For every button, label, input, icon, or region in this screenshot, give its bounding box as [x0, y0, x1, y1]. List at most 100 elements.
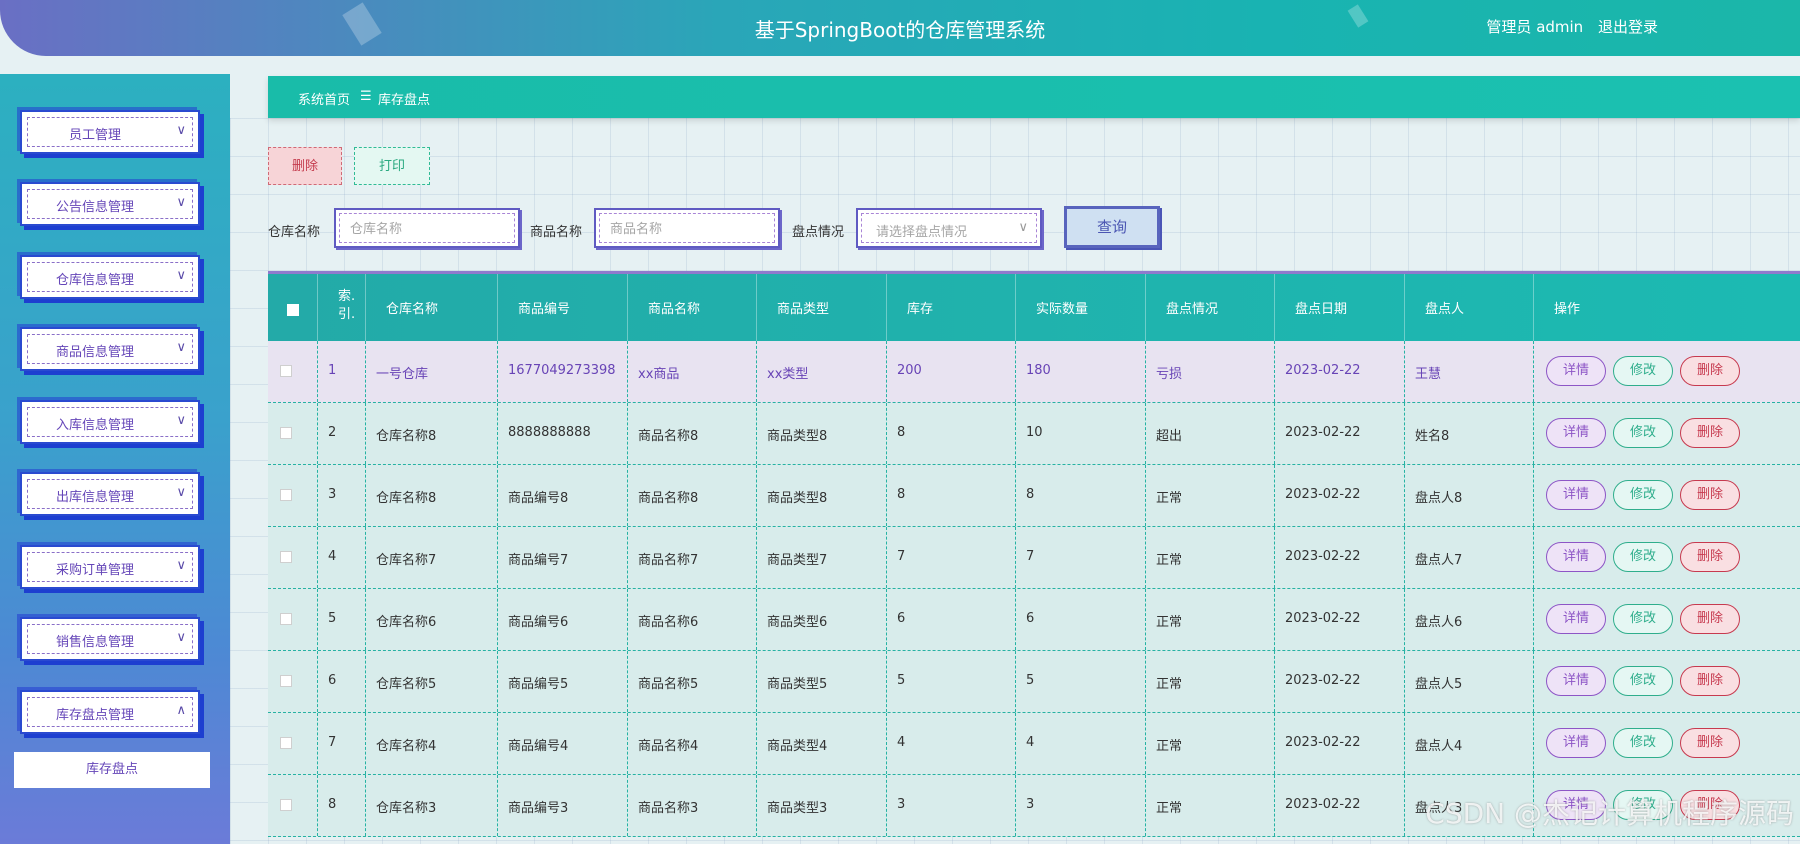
header-actions: 操作 — [1554, 302, 1581, 317]
sidebar-item-purchase[interactable]: 采购订单管理 ∨ — [20, 545, 200, 589]
cell-date: 2023-02-22 — [1275, 651, 1405, 712]
row-delete-button[interactable]: 删除 — [1680, 356, 1740, 386]
cell-type: 商品类型3 — [757, 775, 887, 836]
row-select-cell — [268, 403, 318, 464]
edit-button[interactable]: 修改 — [1613, 666, 1673, 696]
cell-status: 正常 — [1146, 527, 1275, 588]
select-all-checkbox[interactable] — [287, 304, 299, 316]
row-checkbox[interactable] — [280, 613, 292, 625]
print-button[interactable]: 打印 — [354, 147, 430, 185]
header-warehouse: 仓库名称 — [366, 274, 498, 341]
header-status: 盘点情况 — [1146, 274, 1275, 341]
warehouse-input-field[interactable] — [348, 218, 502, 240]
cell-text: 6 — [1026, 611, 1035, 626]
row-delete-button[interactable]: 删除 — [1680, 728, 1740, 758]
row-checkbox[interactable] — [280, 737, 292, 749]
warehouse-input[interactable] — [334, 208, 520, 248]
cell-actions: 详情 修改 删除 — [1534, 589, 1800, 650]
cell-warehouse: 仓库名称6 — [366, 589, 498, 650]
cell-text: 仓库名称7 — [376, 553, 437, 568]
row-checkbox[interactable] — [280, 675, 292, 687]
cell-code: 1677049273398 — [498, 341, 628, 402]
detail-button[interactable]: 详情 — [1546, 418, 1606, 448]
cell-text: 3 — [328, 487, 337, 502]
sidebar-item-sales[interactable]: 销售信息管理 ∨ — [20, 617, 200, 661]
row-checkbox[interactable] — [280, 799, 292, 811]
row-delete-button[interactable]: 删除 — [1680, 418, 1740, 448]
detail-button[interactable]: 详情 — [1546, 604, 1606, 634]
chevron-down-icon: ∨ — [176, 340, 186, 355]
sidebar-item-notice[interactable]: 公告信息管理 ∨ — [20, 182, 200, 226]
sidebar-item-label: 销售信息管理 — [55, 635, 134, 650]
cell-text: 3 — [1026, 797, 1035, 812]
detail-button[interactable]: 详情 — [1546, 356, 1606, 386]
delete-button[interactable]: 删除 — [268, 147, 342, 185]
breadcrumb-home[interactable]: 系统首页 — [298, 89, 350, 108]
cell-warehouse: 仓库名称7 — [366, 527, 498, 588]
chevron-up-icon: ∧ — [176, 703, 186, 718]
submenu-item-inventory-check[interactable]: 库存盘点 — [14, 752, 210, 788]
table-row: 7 仓库名称4 商品编号4 商品名称4 商品类型4 4 4 正常 2023-02-22 盘点人4 详… — [268, 713, 1800, 775]
edit-button[interactable]: 修改 — [1613, 542, 1673, 572]
edit-button[interactable]: 修改 — [1613, 356, 1673, 386]
sidebar-item-staff[interactable]: 员工管理 ∨ — [20, 110, 200, 154]
row-select-cell — [268, 465, 318, 526]
cell-actual: 5 — [1016, 651, 1146, 712]
cell-text: 一号仓库 — [376, 367, 429, 382]
product-input-field[interactable] — [608, 218, 762, 240]
search-button[interactable]: 查询 — [1064, 206, 1160, 248]
cell-code: 8888888888 — [498, 403, 628, 464]
cell-actions: 详情 修改 删除 — [1534, 403, 1800, 464]
chevron-down-icon: ∨ — [176, 558, 186, 573]
table-row: 2 仓库名称8 8888888888 商品名称8 商品类型8 8 10 超出 2023-02-2… — [268, 403, 1800, 465]
row-delete-button[interactable]: 删除 — [1680, 542, 1740, 572]
row-checkbox[interactable] — [280, 489, 292, 501]
row-delete-button[interactable]: 删除 — [1680, 666, 1740, 696]
row-checkbox[interactable] — [280, 365, 292, 377]
edit-button[interactable]: 修改 — [1613, 480, 1673, 510]
sidebar-item-outbound[interactable]: 出库信息管理 ∨ — [20, 472, 200, 516]
logout-link[interactable]: 退出登录 — [1598, 18, 1658, 36]
sidebar-item-inbound[interactable]: 入库信息管理 ∨ — [20, 400, 200, 444]
sidebar-item-label: 入库信息管理 — [55, 418, 134, 433]
cell-date: 2023-02-22 — [1275, 775, 1405, 836]
cell-text: 商品类型7 — [767, 553, 828, 568]
cell-text: 2023-02-22 — [1285, 797, 1361, 812]
cell-text: 仓库名称4 — [376, 739, 437, 754]
cell-text: 2 — [328, 425, 337, 440]
product-input[interactable] — [594, 208, 780, 248]
cell-text: 商品名称8 — [638, 429, 699, 444]
detail-button[interactable]: 详情 — [1546, 666, 1606, 696]
row-delete-button[interactable]: 删除 — [1680, 480, 1740, 510]
cell-actual: 3 — [1016, 775, 1146, 836]
detail-button[interactable]: 详情 — [1546, 728, 1606, 758]
edit-button[interactable]: 修改 — [1613, 418, 1673, 448]
row-delete-button[interactable]: 删除 — [1680, 604, 1740, 634]
cell-text: 商品类型8 — [767, 429, 828, 444]
cell-name: 商品名称3 — [628, 775, 757, 836]
cell-name: xx商品 — [628, 341, 757, 402]
row-checkbox[interactable] — [280, 427, 292, 439]
sidebar-item-inventory[interactable]: 库存盘点管理 ∧ — [20, 690, 200, 734]
table-row: 1 一号仓库 1677049273398 xx商品 xx类型 200 180 亏损 2023-0… — [268, 341, 1800, 403]
cell-text: 180 — [1026, 363, 1051, 378]
edit-button[interactable]: 修改 — [1613, 604, 1673, 634]
edit-button[interactable]: 修改 — [1613, 728, 1673, 758]
cell-text: 姓名8 — [1415, 429, 1450, 444]
cell-index: 6 — [318, 651, 366, 712]
cell-date: 2023-02-22 — [1275, 713, 1405, 774]
cell-text: 正常 — [1156, 615, 1183, 630]
sidebar-item-product[interactable]: 商品信息管理 ∨ — [20, 327, 200, 371]
table-header: 索. 引. 仓库名称 商品编号 商品名称 商品类型 库存 实际数量 盘点情况 盘点… — [268, 271, 1800, 341]
row-checkbox[interactable] — [280, 551, 292, 563]
cell-text: 正常 — [1156, 739, 1183, 754]
cell-type: 商品类型6 — [757, 589, 887, 650]
status-select[interactable]: 请选择盘点情况 ∨ — [856, 208, 1042, 248]
detail-button[interactable]: 详情 — [1546, 542, 1606, 572]
header-stock: 库存 — [887, 274, 1016, 341]
cell-code: 商品编号7 — [498, 527, 628, 588]
detail-button[interactable]: 详情 — [1546, 480, 1606, 510]
sidebar-item-warehouse[interactable]: 仓库信息管理 ∨ — [20, 255, 200, 299]
cell-stock: 8 — [887, 465, 1016, 526]
sidebar-item-label: 商品信息管理 — [55, 345, 134, 360]
